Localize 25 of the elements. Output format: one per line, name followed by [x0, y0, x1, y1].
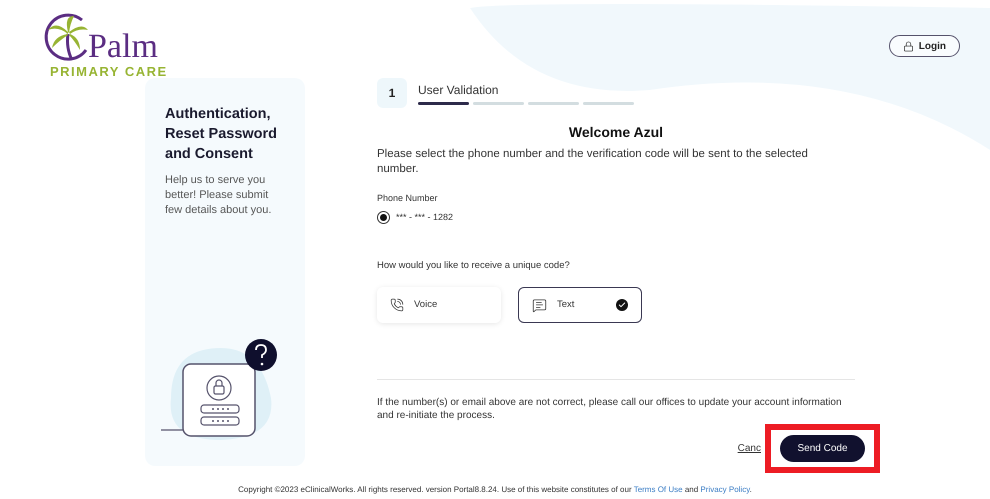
terms-link[interactable]: Terms Of Use [634, 485, 683, 494]
check-icon [616, 299, 628, 312]
note-text: If the number(s) or email above are not correct, please call our offices to update your account information and re-initiate the process. [377, 396, 843, 422]
intro-text: Please select the phone number and the verification code will be sent to the selected number. [377, 147, 809, 177]
phone-icon [390, 298, 404, 312]
phone-number-option: *** - *** - 1282 [396, 210, 454, 224]
cancel-link[interactable]: Canc [738, 441, 761, 456]
delivery-method-question: How would you like to receive a unique code? [377, 259, 571, 273]
sidebar-title: Authentication, Reset Password and Consent [165, 105, 278, 164]
chat-message-icon [532, 298, 547, 313]
sidebar-text: Help us to serve you better! Please submit few details about you. [165, 173, 272, 218]
welcome-heading: Welcome Azul [568, 123, 664, 142]
logo-tagline: PRIMARY CARE [50, 64, 168, 80]
send-code-button[interactable]: Send Code [780, 435, 865, 462]
login-button[interactable]: Login [888, 35, 960, 57]
footer-text: Copyright ©2023 eClinicalWorks. All rights reserved. version Portal8.8.24. Use of this website constitutes of our Terms Of Use and Privacy Policy. [238, 484, 752, 496]
delivery-option-card[interactable]: Voice [377, 287, 501, 324]
step-number: 1 [377, 78, 407, 108]
privacy-link[interactable]: Privacy Policy [700, 485, 750, 494]
logo-wordmark: Palm [88, 30, 158, 64]
delivery-option-card[interactable]: Text [518, 287, 642, 324]
phone-number-label: Phone Number [377, 192, 439, 205]
step-label: User Validation [418, 83, 500, 97]
lock-icon [902, 40, 914, 52]
radio-button[interactable] [377, 210, 390, 224]
